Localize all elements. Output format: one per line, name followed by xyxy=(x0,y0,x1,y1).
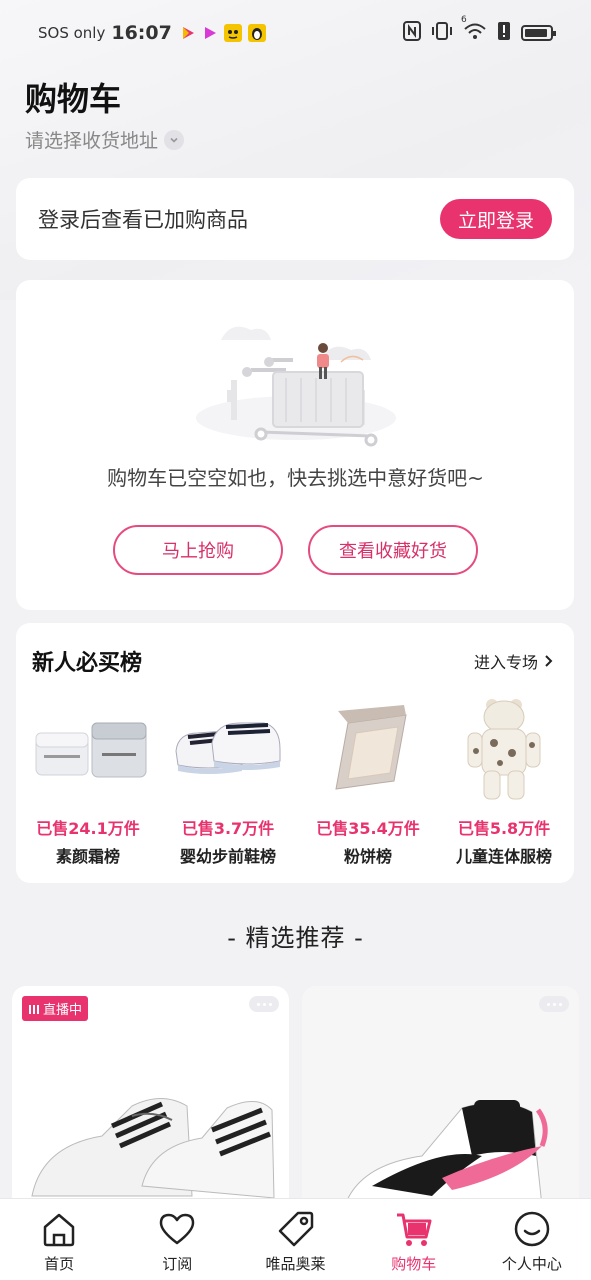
empty-cart-illustration xyxy=(196,326,396,447)
chevron-right-icon xyxy=(545,655,553,667)
login-button[interactable]: 立即登录 xyxy=(440,199,552,239)
home-icon xyxy=(43,1213,75,1247)
tab-label: 订阅 xyxy=(162,1255,193,1273)
heart-icon xyxy=(160,1213,195,1245)
dash-right: - xyxy=(345,924,364,952)
recommend-section-title: - 精选推荐 - xyxy=(0,918,591,953)
wifi-icon: 6 xyxy=(461,15,487,45)
clock: 16:07 xyxy=(111,22,172,44)
view-favorites-button[interactable]: 查看收藏好货 xyxy=(308,525,478,575)
tab-cart[interactable]: 购物车 xyxy=(355,1199,473,1280)
carrier-text: SOS only xyxy=(38,24,106,42)
ranking-more-link[interactable]: 进入专场 xyxy=(474,649,554,673)
tab-label: 购物车 xyxy=(391,1255,437,1273)
new-user-ranking-card: 新人必买榜 进入专场 已售24.1万件 素颜霜榜 已售3.7万件 婴幼步前鞋榜 … xyxy=(16,623,574,883)
more-options-icon[interactable] xyxy=(539,996,569,1012)
cream-jars-image xyxy=(24,683,152,813)
chevron-down-icon xyxy=(164,129,185,150)
shop-now-button[interactable]: 马上抢购 xyxy=(113,525,283,575)
ranking-item-name: 粉饼榜 xyxy=(343,847,392,866)
empty-cart-card xyxy=(16,280,574,610)
ranking-item-name: 婴幼步前鞋榜 xyxy=(179,847,276,866)
powder-compact-image xyxy=(304,683,432,813)
dash-left: - xyxy=(227,924,246,952)
video-app-icon-2 xyxy=(202,25,218,41)
ranking-item[interactable]: 已售24.1万件 素颜霜榜 xyxy=(24,683,152,867)
address-selector[interactable]: 请选择收货地址 xyxy=(25,126,185,153)
tab-home[interactable]: 首页 xyxy=(0,1199,118,1280)
status-icons: 6 xyxy=(403,15,556,45)
baby-shoes-image xyxy=(164,683,292,813)
ranking-title: 新人必买榜 xyxy=(32,651,143,676)
tag-icon xyxy=(278,1211,313,1247)
kids-jumpsuit-image xyxy=(440,683,568,813)
tab-outlet[interactable]: 唯品奥莱 xyxy=(236,1199,354,1280)
ranking-item-name: 素颜霜榜 xyxy=(55,847,120,866)
ranking-item[interactable]: 已售35.4万件 粉饼榜 xyxy=(304,683,432,867)
live-badge-label: 直播中 xyxy=(43,1003,83,1018)
cartoon-app-icon xyxy=(223,24,242,42)
nfc-icon xyxy=(403,21,421,45)
ranking-item-name: 儿童连体服榜 xyxy=(455,847,552,866)
product-card[interactable] xyxy=(302,986,579,1226)
battery-icon xyxy=(521,25,556,41)
cart-icon xyxy=(396,1213,432,1246)
tab-label: 唯品奥莱 xyxy=(265,1255,326,1273)
alert-icon xyxy=(497,21,511,45)
tab-profile[interactable]: 个人中心 xyxy=(473,1199,591,1280)
smile-icon xyxy=(514,1211,550,1247)
bottom-tab-bar: 首页 订阅 唯品奥莱 购物车 个人中心 xyxy=(0,1198,591,1280)
live-badge: 直播中 xyxy=(22,996,89,1021)
page-title: 购物车 xyxy=(25,80,122,118)
network-generation: 6 xyxy=(461,15,467,25)
ranking-item[interactable]: 已售3.7万件 婴幼步前鞋榜 xyxy=(164,683,292,867)
penguin-app-icon xyxy=(247,24,266,42)
address-prompt: 请选择收货地址 xyxy=(25,130,159,152)
vibrate-icon xyxy=(431,21,453,45)
tab-label: 个人中心 xyxy=(501,1255,562,1273)
empty-cart-message: 购物车已空空如也，快去挑选中意好货吧~ xyxy=(107,466,484,490)
live-bars-icon xyxy=(29,1004,39,1014)
more-options-icon[interactable] xyxy=(249,996,279,1012)
product-card[interactable]: 直播中 xyxy=(12,986,289,1226)
recommend-title: 精选推荐 xyxy=(245,924,346,952)
login-banner: 登录后查看已加购商品 立即登录 xyxy=(16,178,574,260)
ranking-sold-count: 已售24.1万件 xyxy=(36,819,140,838)
video-app-icon xyxy=(180,25,196,41)
ranking-sold-count: 已售3.7万件 xyxy=(181,819,275,838)
ranking-item[interactable]: 已售5.8万件 儿童连体服榜 xyxy=(440,683,568,867)
ranking-sold-count: 已售5.8万件 xyxy=(457,819,551,838)
tab-subscribe[interactable]: 订阅 xyxy=(118,1199,236,1280)
status-bar: SOS only 16:07 6 xyxy=(0,0,591,66)
ranking-sold-count: 已售35.4万件 xyxy=(316,819,420,838)
login-prompt: 登录后查看已加购商品 xyxy=(38,208,248,232)
ranking-more-label: 进入专场 xyxy=(473,653,538,672)
tab-label: 首页 xyxy=(44,1255,75,1273)
